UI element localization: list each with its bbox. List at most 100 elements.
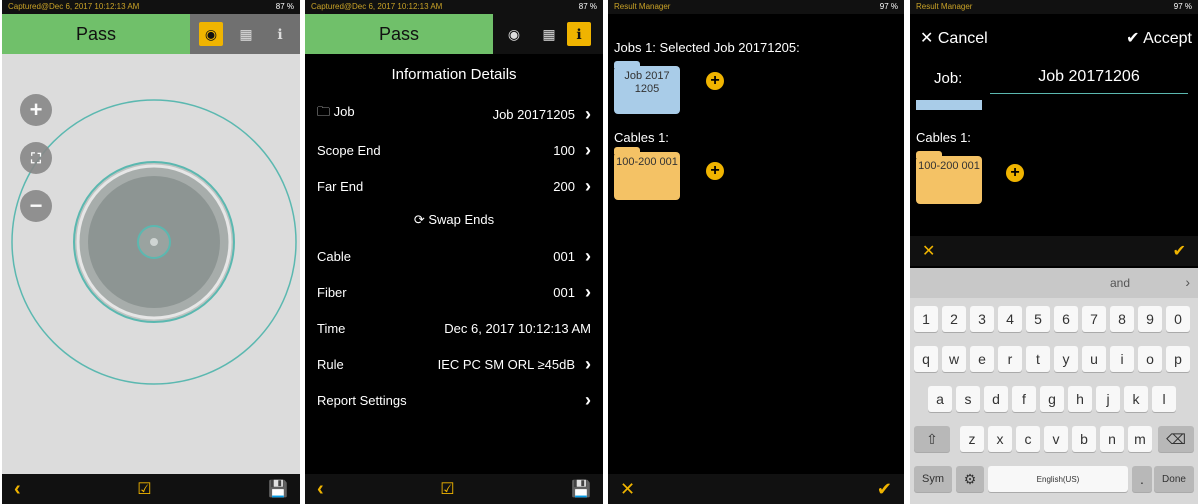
chevron-right-icon: › — [585, 353, 591, 374]
close-icon[interactable]: ✕ — [620, 479, 635, 500]
key-z[interactable]: z — [960, 426, 984, 452]
key-0[interactable]: 0 — [1166, 306, 1190, 332]
shift-key[interactable]: ⇧ — [914, 426, 950, 452]
key-a[interactable]: a — [928, 386, 952, 412]
key-k[interactable]: k — [1124, 386, 1148, 412]
info-row: Time Dec 6, 2017 10:12:13 AM — [317, 316, 591, 340]
info-row[interactable]: Rule IEC PC SM ORL ≥45dB › — [317, 352, 591, 376]
job-name-input[interactable]: Job 20171206 — [990, 68, 1188, 94]
check-icon[interactable]: ☑ — [137, 479, 151, 499]
zoom-out-icon[interactable]: − — [20, 190, 52, 222]
cable-folder[interactable]: 100-200 001 — [916, 151, 982, 204]
cable-folder[interactable]: 100-200 001 — [614, 147, 680, 200]
space-key[interactable]: English(US) — [988, 466, 1128, 492]
info-row[interactable]: Fiber 001 › — [317, 280, 591, 304]
job-folder-edit — [916, 100, 982, 110]
key-x[interactable]: x — [988, 426, 1012, 452]
key-w[interactable]: w — [942, 346, 966, 372]
info-row[interactable]: Report Settings › — [317, 388, 591, 412]
suggestion-word[interactable]: and — [1110, 276, 1130, 290]
info-row[interactable]: Scope End 100 › — [317, 138, 591, 162]
info-row[interactable]: 🗀 Job Job 20171205 › — [317, 102, 591, 126]
accept-icon[interactable]: ✔ — [877, 479, 892, 500]
swap-ends-button[interactable]: ⟳ Swap Ends — [305, 212, 603, 228]
key-t[interactable]: t — [1026, 346, 1050, 372]
chevron-right-icon[interactable]: › — [1185, 274, 1190, 290]
key-2[interactable]: 2 — [942, 306, 966, 332]
key-1[interactable]: 1 — [914, 306, 938, 332]
settings-key[interactable]: ⚙ — [956, 466, 984, 492]
info-row-value: Dec 6, 2017 10:12:13 AM — [444, 320, 591, 336]
key-5[interactable]: 5 — [1026, 306, 1050, 332]
chevron-right-icon: › — [585, 139, 591, 160]
key-7[interactable]: 7 — [1082, 306, 1106, 332]
grid-icon[interactable]: ▦ — [537, 22, 561, 46]
key-l[interactable]: l — [1152, 386, 1176, 412]
close-icon[interactable]: ✕ — [922, 241, 935, 261]
back-icon[interactable]: ‹ — [317, 478, 324, 501]
key-i[interactable]: i — [1110, 346, 1134, 372]
add-cable-icon[interactable]: + — [706, 162, 724, 180]
backspace-key[interactable]: ⌫ — [1158, 426, 1194, 452]
check-icon: ✔ — [1126, 30, 1144, 47]
info-row-label: Cable — [317, 248, 351, 264]
folder-icon: 🗀 — [317, 104, 334, 119]
info-icon[interactable]: ℹ — [268, 22, 292, 46]
key-e[interactable]: e — [970, 346, 994, 372]
chevron-right-icon: › — [585, 103, 591, 124]
check-icon[interactable]: ☑ — [440, 479, 454, 499]
key-6[interactable]: 6 — [1054, 306, 1078, 332]
key-j[interactable]: j — [1096, 386, 1120, 412]
fiber-view-icon[interactable]: ◉ — [199, 22, 223, 46]
key-c[interactable]: c — [1016, 426, 1040, 452]
key-q[interactable]: q — [914, 346, 938, 372]
key-d[interactable]: d — [984, 386, 1008, 412]
key-u[interactable]: u — [1082, 346, 1106, 372]
key-o[interactable]: o — [1138, 346, 1162, 372]
info-row[interactable]: Far End 200 › — [317, 174, 591, 198]
swap-icon: ⟳ — [413, 212, 429, 227]
edit-job-screen: Result Manager 97 % ✕ Cancel ✔ Accept Job… — [910, 0, 1198, 504]
key-v[interactable]: v — [1044, 426, 1068, 452]
key-y[interactable]: y — [1054, 346, 1078, 372]
fit-icon[interactable]: ⛶ — [20, 142, 52, 174]
bottom-bar: ✕ ✔ — [608, 474, 904, 504]
key-s[interactable]: s — [956, 386, 980, 412]
key-3[interactable]: 3 — [970, 306, 994, 332]
accept-button[interactable]: ✔ Accept — [1126, 28, 1192, 48]
info-row-value-wrap: Dec 6, 2017 10:12:13 AM — [444, 321, 591, 336]
info-row[interactable]: Cable 001 › — [317, 244, 591, 268]
key-r[interactable]: r — [998, 346, 1022, 372]
key-4[interactable]: 4 — [998, 306, 1022, 332]
chevron-right-icon: › — [585, 281, 591, 302]
fiber-view-icon[interactable]: ◉ — [502, 22, 526, 46]
back-icon[interactable]: ‹ — [14, 478, 21, 501]
key-m[interactable]: m — [1128, 426, 1152, 452]
result-manager-screen: Result Manager 97 % Jobs 1: Selected Job … — [608, 0, 904, 504]
accept-icon[interactable]: ✔ — [1173, 241, 1186, 261]
status-bar: Result Manager 97 % — [910, 0, 1198, 14]
job-folder[interactable]: Job 2017 1205 — [614, 61, 680, 114]
key-n[interactable]: n — [1100, 426, 1124, 452]
add-job-icon[interactable]: + — [706, 72, 724, 90]
period-key[interactable]: . — [1132, 466, 1152, 492]
key-h[interactable]: h — [1068, 386, 1092, 412]
grid-icon[interactable]: ▦ — [234, 22, 258, 46]
key-f[interactable]: f — [1012, 386, 1036, 412]
sym-key[interactable]: Sym — [914, 466, 952, 492]
done-key[interactable]: Done — [1154, 466, 1194, 492]
save-icon[interactable]: 💾 — [268, 479, 288, 499]
zoom-in-icon[interactable]: + — [20, 94, 52, 126]
key-8[interactable]: 8 — [1110, 306, 1134, 332]
accept-label: Accept — [1143, 30, 1192, 47]
status-bar: Captured@Dec 6, 2017 10:12:13 AM 87 % — [2, 0, 300, 14]
save-icon[interactable]: 💾 — [571, 479, 591, 499]
key-p[interactable]: p — [1166, 346, 1190, 372]
pass-banner: Pass — [2, 14, 190, 54]
cancel-button[interactable]: ✕ Cancel — [920, 28, 988, 48]
key-b[interactable]: b — [1072, 426, 1096, 452]
add-cable-icon[interactable]: + — [1006, 164, 1024, 182]
info-icon[interactable]: ℹ — [567, 22, 591, 46]
key-9[interactable]: 9 — [1138, 306, 1162, 332]
key-g[interactable]: g — [1040, 386, 1064, 412]
